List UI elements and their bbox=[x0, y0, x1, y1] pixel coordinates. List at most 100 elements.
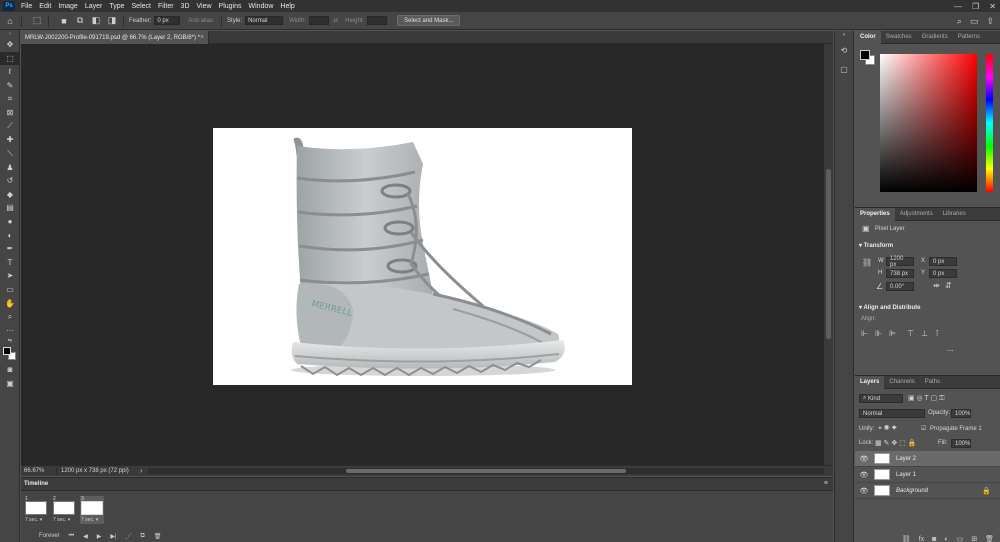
quick-mask-icon[interactable]: ◙ bbox=[0, 363, 20, 377]
pen-tool-icon[interactable]: ✒ bbox=[0, 242, 20, 256]
align-section-title[interactable]: ▾ Align and Distribute bbox=[859, 304, 920, 311]
new-selection-icon[interactable]: ■ bbox=[58, 15, 70, 27]
menu-select[interactable]: Select bbox=[132, 3, 151, 10]
timeline-frame-3[interactable]: 3 7 sec. ▾ bbox=[80, 496, 104, 524]
path-select-tool-icon[interactable]: ➤ bbox=[0, 269, 20, 283]
tab-patterns[interactable]: Patterns bbox=[953, 31, 985, 44]
link-dimensions-icon[interactable]: ⛓ bbox=[862, 258, 872, 267]
swap-icon[interactable]: ⇄ bbox=[333, 17, 338, 24]
horizontal-scroll-thumb[interactable] bbox=[346, 469, 626, 473]
collapse-icon[interactable]: » bbox=[0, 30, 20, 38]
flip-vertical-icon[interactable]: ⇵ bbox=[945, 281, 952, 290]
menu-filter[interactable]: Filter bbox=[158, 3, 174, 10]
crop-tool-icon[interactable]: ⌗ bbox=[0, 92, 20, 106]
feather-input[interactable]: 0 px bbox=[154, 16, 181, 25]
align-top-icon[interactable]: ⊤ bbox=[907, 329, 914, 338]
frame-tool-icon[interactable]: ⊠ bbox=[0, 106, 20, 120]
new-group-icon[interactable]: ▭ bbox=[957, 535, 964, 542]
eyedropper-tool-icon[interactable]: ⟋ bbox=[0, 120, 20, 134]
blur-tool-icon[interactable]: ● bbox=[0, 215, 20, 229]
opacity-input[interactable]: 100% bbox=[951, 409, 971, 418]
panel-menu-icon[interactable]: ≡ bbox=[824, 480, 828, 487]
brush-tool-icon[interactable]: ⟍ bbox=[0, 147, 20, 161]
home-icon[interactable]: ⌂ bbox=[4, 15, 16, 27]
loop-select[interactable]: Forever bbox=[39, 533, 60, 539]
history-icon[interactable]: ⟲ bbox=[835, 42, 853, 58]
eraser-tool-icon[interactable]: ◆ bbox=[0, 188, 20, 202]
y-field[interactable]: 0 px bbox=[929, 269, 957, 278]
dodge-tool-icon[interactable]: ◐ bbox=[0, 228, 20, 242]
foreground-color-swatch[interactable] bbox=[3, 347, 11, 356]
align-right-icon[interactable]: ⊫ bbox=[889, 329, 896, 338]
subtract-selection-icon[interactable]: ◧ bbox=[90, 15, 102, 27]
marquee-preset-icon[interactable]: ⬚ bbox=[31, 15, 43, 27]
timeline-frame-2[interactable]: 2 7 sec. ▾ bbox=[52, 496, 76, 524]
add-selection-icon[interactable]: ⧉ bbox=[74, 15, 86, 27]
angle-field[interactable]: 0.00° bbox=[886, 282, 914, 291]
align-left-icon[interactable]: ⊩ bbox=[861, 329, 868, 338]
search-icon[interactable]: ⌕ bbox=[957, 16, 962, 27]
tab-libraries[interactable]: Libraries bbox=[938, 208, 971, 221]
tab-gradients[interactable]: Gradients bbox=[917, 31, 953, 44]
comments-icon[interactable]: ▢ bbox=[835, 61, 853, 77]
tab-channels[interactable]: Channels bbox=[884, 376, 919, 389]
status-menu-icon[interactable]: › bbox=[140, 468, 142, 475]
align-bottom-icon[interactable]: ⊺ bbox=[935, 329, 939, 338]
menu-image[interactable]: Image bbox=[58, 3, 77, 10]
color-picker-field[interactable] bbox=[880, 54, 977, 192]
tab-properties[interactable]: Properties bbox=[855, 207, 895, 221]
document-tab[interactable]: MRLW-J002200-Profile-091719.psd @ 66.7% … bbox=[21, 31, 209, 44]
tween-icon[interactable]: ⋰ bbox=[126, 533, 132, 540]
link-layers-icon[interactable]: ⛓ bbox=[902, 535, 911, 542]
height-input[interactable] bbox=[367, 16, 388, 25]
new-layer-icon[interactable]: ⊞ bbox=[971, 535, 977, 542]
menu-view[interactable]: View bbox=[197, 3, 212, 10]
unify-icons[interactable]: ⌖ ◉ ✦ bbox=[878, 425, 897, 433]
layer-name[interactable]: Background bbox=[896, 488, 928, 494]
blend-mode-select[interactable]: Normal bbox=[859, 409, 925, 418]
layer-filter-kind[interactable]: ⌕ Kind bbox=[859, 394, 903, 403]
propagate-checkbox[interactable]: ☑ bbox=[921, 425, 926, 432]
vertical-scrollbar[interactable] bbox=[824, 44, 833, 465]
lasso-tool-icon[interactable]: ℓ bbox=[0, 65, 20, 79]
share-icon[interactable]: ⇪ bbox=[986, 16, 994, 27]
intersect-selection-icon[interactable]: ◨ bbox=[106, 15, 118, 27]
layer-row-background[interactable]: 👁 Background 🔒 bbox=[855, 483, 1000, 499]
lock-icons[interactable]: ▦ ✎ ✥ ⬚ 🔒 bbox=[875, 439, 916, 447]
delete-frame-icon[interactable]: 🗑 bbox=[154, 533, 162, 540]
document-canvas[interactable]: MERRELL bbox=[213, 128, 632, 385]
tab-adjustments[interactable]: Adjustments bbox=[895, 208, 938, 221]
menu-help[interactable]: Help bbox=[280, 3, 294, 10]
timeline-frame-1[interactable]: 1 7 sec. ▾ bbox=[24, 496, 48, 524]
hue-slider[interactable] bbox=[986, 54, 993, 192]
frame-delay[interactable]: 7 sec. ▾ bbox=[25, 517, 42, 523]
gradient-tool-icon[interactable]: ▤ bbox=[0, 201, 20, 215]
menu-edit[interactable]: Edit bbox=[39, 3, 51, 10]
select-and-mask-button[interactable]: Select and Mask... bbox=[397, 15, 461, 26]
next-frame-icon[interactable]: ▶| bbox=[110, 533, 116, 540]
width-field[interactable]: 1200 px bbox=[886, 256, 914, 268]
transform-section-title[interactable]: ▾ Transform bbox=[859, 242, 893, 249]
layer-style-icon[interactable]: fx bbox=[919, 536, 924, 542]
healing-tool-icon[interactable]: ✚ bbox=[0, 133, 20, 147]
horizontal-scrollbar[interactable] bbox=[148, 468, 824, 474]
stamp-tool-icon[interactable]: ♟ bbox=[0, 160, 20, 174]
eye-icon[interactable]: 👁 bbox=[858, 455, 870, 463]
prev-frame-icon[interactable]: ◀ bbox=[83, 533, 88, 540]
hand-tool-icon[interactable]: ✋ bbox=[0, 296, 20, 310]
play-icon[interactable]: ▶ bbox=[97, 533, 102, 540]
layer-name[interactable]: Layer 1 bbox=[896, 472, 916, 478]
height-field[interactable]: 738 px bbox=[886, 269, 914, 278]
eye-icon[interactable]: 👁 bbox=[858, 487, 870, 495]
menu-3d[interactable]: 3D bbox=[181, 3, 190, 10]
foreground-color-chip[interactable] bbox=[860, 50, 870, 60]
duplicate-frame-icon[interactable]: ⧉ bbox=[141, 533, 145, 540]
adjustment-layer-icon[interactable]: ◐ bbox=[944, 536, 948, 542]
history-brush-tool-icon[interactable]: ↺ bbox=[0, 174, 20, 188]
workspace-icon[interactable]: ▭ bbox=[970, 16, 979, 27]
first-frame-icon[interactable]: ⏮ bbox=[69, 533, 74, 540]
tab-layers[interactable]: Layers bbox=[855, 375, 885, 389]
align-center-h-icon[interactable]: ⊪ bbox=[875, 329, 882, 338]
minimize-icon[interactable]: — bbox=[954, 2, 962, 11]
menu-plugins[interactable]: Plugins bbox=[219, 3, 242, 10]
